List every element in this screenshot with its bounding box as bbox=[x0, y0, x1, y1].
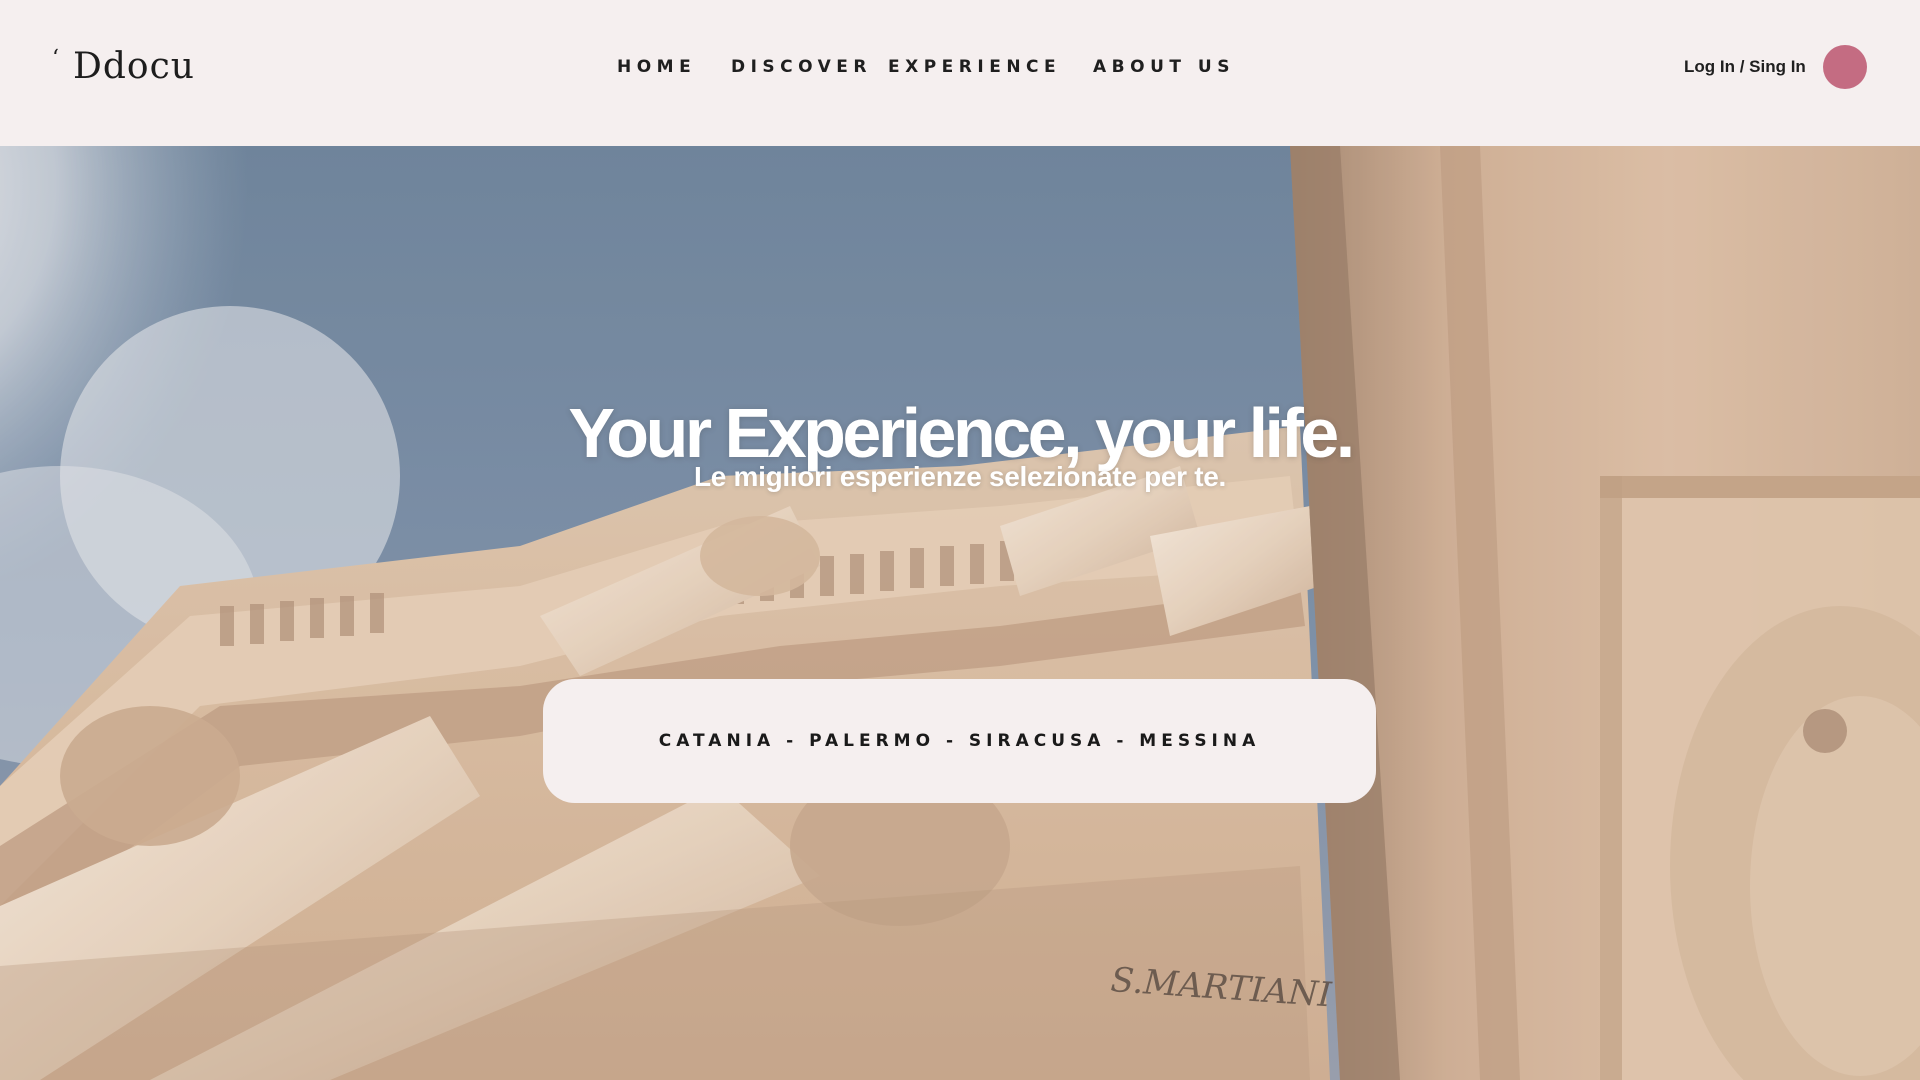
hero-subtitle: Le migliori esperienze selezionate per t… bbox=[693, 461, 1227, 492]
nav-item-about-us[interactable]: ABOUT US bbox=[1093, 56, 1235, 78]
nav-item-home[interactable]: HOME bbox=[617, 56, 696, 78]
hero-background-image: S.MARTIANI bbox=[0, 146, 1920, 1080]
avatar[interactable] bbox=[1823, 45, 1867, 89]
nav-item-experience[interactable]: EXPERIENCE bbox=[888, 56, 1061, 78]
hero-section: S.MARTIANI Your Experience, your life. L… bbox=[0, 146, 1920, 1080]
cities-button[interactable]: CATANIA - PALERMO - SIRACUSA - MESSINA bbox=[543, 679, 1376, 803]
main-nav: HOME DISCOVER EXPERIENCE ABOUT US bbox=[0, 56, 1920, 80]
site-header: ‘ Ddocu HOME DISCOVER EXPERIENCE ABOUT U… bbox=[0, 0, 1920, 146]
login-signin-link[interactable]: Log In / Sing In bbox=[1684, 56, 1806, 78]
cities-label: CATANIA - PALERMO - SIRACUSA - MESSINA bbox=[658, 731, 1261, 751]
nav-item-discover[interactable]: DISCOVER bbox=[731, 56, 872, 78]
